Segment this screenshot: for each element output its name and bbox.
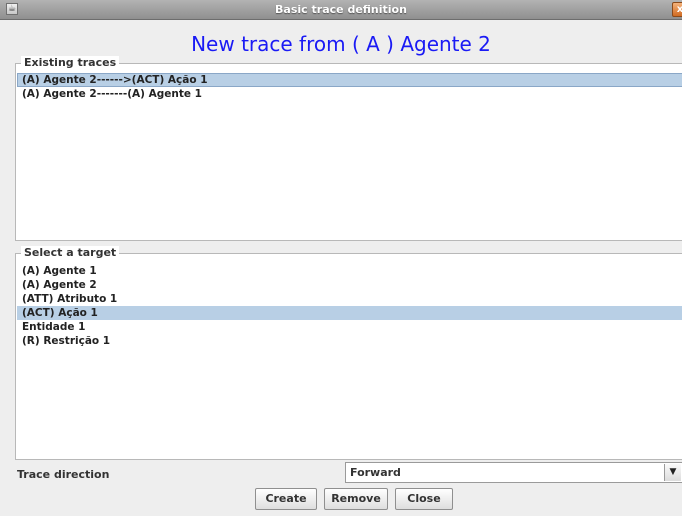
existing-traces-panel: Existing traces (A) Agente 2------>(ACT)… (15, 56, 682, 241)
create-button[interactable]: Create (255, 488, 317, 510)
trace-direction-select[interactable]: Forward ▼ (345, 462, 682, 483)
target-list-item[interactable]: (R) Restrição 1 (17, 334, 682, 348)
remove-button[interactable]: Remove (324, 488, 388, 510)
target-list-item[interactable]: (A) Agente 1 (17, 264, 682, 278)
trace-direction-label: Trace direction (17, 468, 110, 481)
target-list-item[interactable]: (ATT) Atributo 1 (17, 292, 682, 306)
trace-list-item[interactable]: (A) Agente 2-------(A) Agente 1 (17, 87, 682, 101)
target-list-item[interactable]: (ACT) Ação 1 (17, 306, 682, 320)
existing-traces-list[interactable]: (A) Agente 2------>(ACT) Ação 1 (A) Agent… (17, 73, 682, 101)
target-panel: Select a target (A) Agente 1 (A) Agente 2… (15, 246, 682, 460)
target-list-item[interactable]: Entidade 1 (17, 320, 682, 334)
target-legend: Select a target (21, 246, 120, 259)
chevron-down-icon[interactable]: ▼ (664, 464, 681, 481)
target-list[interactable]: (A) Agente 1 (A) Agente 2 (ATT) Atributo 1… (17, 264, 682, 348)
trace-direction-value: Forward (350, 466, 401, 479)
existing-traces-legend: Existing traces (21, 56, 120, 69)
window-titlebar[interactable]: ☕ Basic trace definition x (0, 0, 682, 20)
window-title: Basic trace definition (275, 3, 407, 16)
close-button[interactable]: Close (395, 488, 453, 510)
close-icon: x (676, 4, 682, 15)
page-title: New trace from ( A ) Agente 2 (191, 32, 491, 56)
target-list-item[interactable]: (A) Agente 2 (17, 278, 682, 292)
window-close-button[interactable]: x (672, 2, 682, 17)
trace-list-item[interactable]: (A) Agente 2------>(ACT) Ação 1 (17, 73, 682, 87)
